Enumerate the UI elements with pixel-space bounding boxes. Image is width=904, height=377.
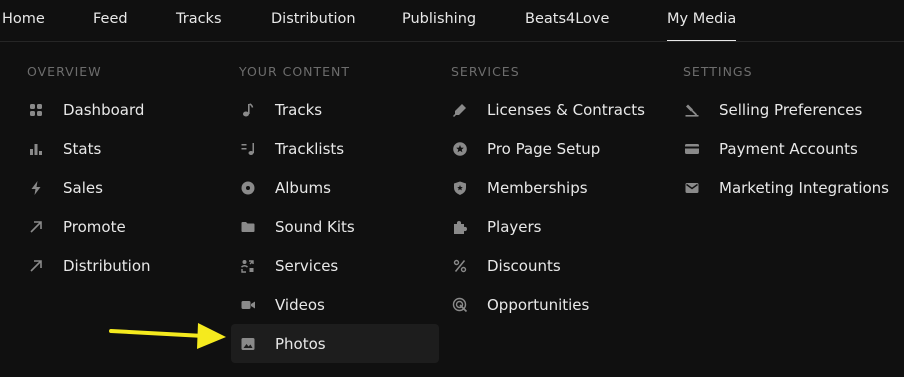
services-column: SERVICES Licenses & Contracts Pro Page S…: [451, 64, 645, 314]
target-icon: [451, 296, 469, 314]
menu-label: Photos: [275, 334, 326, 353]
menu-item-albums[interactable]: Albums: [239, 168, 331, 207]
menu-item-tracklists[interactable]: Tracklists: [239, 129, 344, 168]
menu-item-memberships[interactable]: Memberships: [451, 168, 588, 207]
menu-label: Stats: [63, 139, 102, 158]
services-header: SERVICES: [451, 64, 520, 79]
menu-label: Selling Preferences: [719, 100, 863, 119]
menu-item-payment-accounts[interactable]: Payment Accounts: [683, 129, 858, 168]
menu-label: Services: [275, 256, 339, 275]
playlist-icon: [239, 140, 257, 158]
menu-item-stats[interactable]: Stats: [27, 129, 101, 168]
menu-item-selling-preferences[interactable]: Selling Preferences: [683, 90, 862, 129]
bar-chart-icon: [27, 140, 45, 158]
menu-label: Pro Page Setup: [487, 139, 601, 158]
nav-publishing[interactable]: Publishing: [402, 11, 476, 27]
bolt-icon: [27, 179, 45, 197]
menu-item-promote[interactable]: Promote: [27, 207, 126, 246]
video-camera-icon: [239, 296, 257, 314]
pen-icon: [451, 101, 469, 119]
your-content-column: YOUR CONTENT Tracks Tracklists Albums So…: [231, 64, 439, 363]
disc-icon: [239, 179, 257, 197]
mega-menu-page: Home Feed Tracks Distribution Publishing…: [0, 0, 904, 377]
menu-label: Promote: [63, 217, 126, 236]
menu-item-marketing-integrations[interactable]: Marketing Integrations: [683, 168, 889, 207]
menu-label: Licenses & Contracts: [487, 100, 645, 119]
menu-item-distribution[interactable]: Distribution: [27, 246, 151, 285]
image-icon: [239, 335, 257, 353]
menu-label: Tracklists: [275, 139, 345, 158]
menu-label: Albums: [275, 178, 331, 197]
music-note-icon: [239, 101, 257, 119]
menu-item-licenses-contracts[interactable]: Licenses & Contracts: [451, 90, 645, 129]
menu-item-services[interactable]: Services: [239, 246, 338, 285]
puzzle-icon: [451, 218, 469, 236]
nav-home[interactable]: Home: [2, 11, 45, 27]
top-navigation: Home Feed Tracks Distribution Publishing…: [0, 0, 904, 42]
nav-feed[interactable]: Feed: [93, 11, 128, 27]
menu-item-discounts[interactable]: Discounts: [451, 246, 561, 285]
settings-column: SETTINGS Selling Preferences Payment Acc…: [683, 64, 889, 197]
percent-icon: [451, 257, 469, 275]
menu-item-opportunities[interactable]: Opportunities: [451, 285, 589, 324]
menu-label: Sales: [63, 178, 103, 197]
menu-label: Distribution: [63, 256, 151, 275]
shield-icon: [451, 179, 469, 197]
menu-item-pro-page-setup[interactable]: Pro Page Setup: [451, 129, 600, 168]
folder-icon: [239, 218, 257, 236]
menu-item-photos[interactable]: Photos: [231, 324, 439, 363]
nav-distribution[interactable]: Distribution: [271, 11, 356, 27]
settings-header: SETTINGS: [683, 64, 753, 79]
nav-tracks[interactable]: Tracks: [176, 11, 222, 27]
grid-icon: [27, 101, 45, 119]
menu-label: Sound Kits: [275, 217, 355, 236]
credit-card-icon: [683, 140, 701, 158]
menu-label: Dashboard: [63, 100, 145, 119]
menu-label: Players: [487, 217, 542, 236]
menu-label: Marketing Integrations: [719, 178, 889, 197]
star-badge-icon: [451, 140, 469, 158]
menu-item-players[interactable]: Players: [451, 207, 542, 246]
menu-label: Payment Accounts: [719, 139, 858, 158]
overview-header: OVERVIEW: [27, 64, 102, 79]
menu-item-sound-kits[interactable]: Sound Kits: [239, 207, 355, 246]
envelope-icon: [683, 179, 701, 197]
menu-label: Opportunities: [487, 295, 590, 314]
menu-label: Discounts: [487, 256, 561, 275]
your-content-header: YOUR CONTENT: [239, 64, 351, 79]
overview-column: OVERVIEW Dashboard Stats Sales Promote D…: [27, 64, 151, 275]
menu-label: Memberships: [487, 178, 588, 197]
menu-item-dashboard[interactable]: Dashboard: [27, 90, 144, 129]
nav-my-media[interactable]: My Media: [667, 11, 737, 41]
menu-item-videos[interactable]: Videos: [239, 285, 325, 324]
gavel-icon: [683, 101, 701, 119]
nav-beats4love[interactable]: Beats4Love: [525, 11, 609, 27]
services-icon: [239, 257, 257, 275]
menu-label: Videos: [275, 295, 325, 314]
arrow-up-right-icon: [27, 257, 45, 275]
menu-item-tracks[interactable]: Tracks: [239, 90, 322, 129]
menu-label: Tracks: [275, 100, 323, 119]
annotation-arrow-icon: [109, 323, 226, 349]
arrow-up-right-icon: [27, 218, 45, 236]
menu-item-sales[interactable]: Sales: [27, 168, 103, 207]
